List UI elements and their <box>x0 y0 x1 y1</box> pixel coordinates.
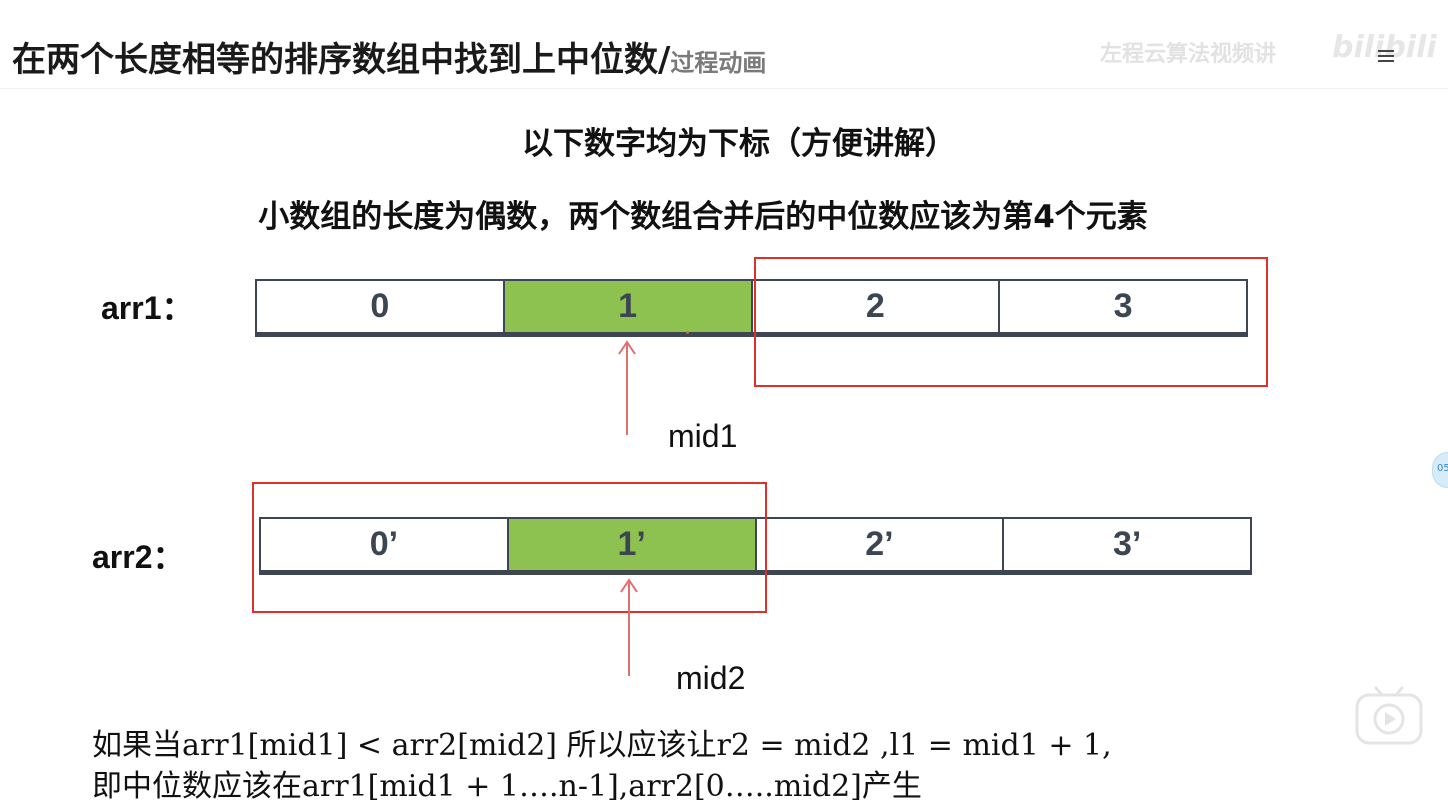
mid1-label: mid1 <box>668 418 738 454</box>
arr1-right-half-box <box>754 257 1268 387</box>
explanation-line-2: 即中位数应该在arr1[mid1 + 1….n-1],arr2[0…..mid2… <box>92 769 922 804</box>
watermark: 左程云算法视频讲 bilibili <box>1100 30 1437 67</box>
title-main: 在两个长度相等的排序数组中找到上中位数/ <box>12 40 671 80</box>
arr2-left-half-box <box>252 482 767 613</box>
arr1-label: arr1： <box>101 290 194 326</box>
side-float-button[interactable]: 05 <box>1432 452 1448 488</box>
side-badge-text: 05 <box>1437 463 1448 474</box>
explanation-line-1: 如果当arr1[mid1] < arr2[mid2] 所以应该让r2 = mid… <box>92 728 1112 763</box>
arr1-cell-1: 1 <box>504 281 753 332</box>
note-median-line: 小数组的长度为偶数，两个数组合并后的中位数应该为第4个元素 <box>258 199 1148 235</box>
note-index-line: 以下数字均为下标（方便讲解） <box>522 126 956 162</box>
arr2-label: arr2： <box>92 539 185 575</box>
cursor-dot <box>686 331 689 334</box>
arr2-cell-2: 2’ <box>757 519 1005 570</box>
title-subtitle: 过程动画 <box>670 49 767 77</box>
mid2-arrow <box>620 578 638 676</box>
slide-title: 在两个长度相等的排序数组中找到上中位数/过程动画 <box>12 32 766 81</box>
watermark-text: 左程云算法视频讲 <box>1100 42 1277 67</box>
arr2-cell-3: 3’ <box>1112 525 1142 563</box>
play-button[interactable] <box>1354 684 1424 746</box>
arr1-cell-0: 0 <box>257 281 505 332</box>
mid2-label: mid2 <box>676 660 746 696</box>
mid1-arrow <box>618 340 636 435</box>
menu-icon[interactable] <box>1378 50 1394 62</box>
header-divider <box>0 88 1448 89</box>
